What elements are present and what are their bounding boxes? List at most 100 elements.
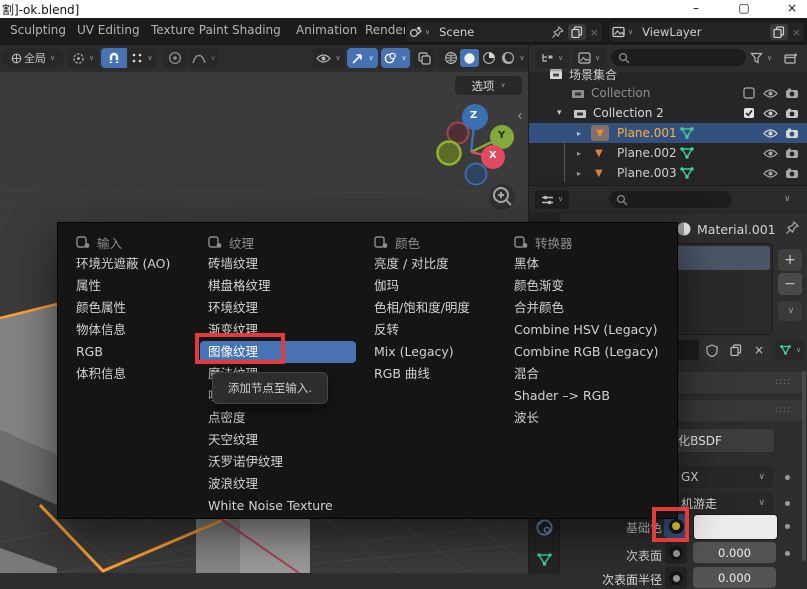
disable-render-camera-icon[interactable] xyxy=(785,148,799,159)
shading-rendered-icon[interactable] xyxy=(498,51,517,65)
shading-solid-icon[interactable] xyxy=(460,49,479,67)
subsurface-value-field[interactable]: 0.000 xyxy=(693,542,776,563)
transform-orientation-dropdown[interactable]: 全局 ∨ xyxy=(2,48,64,68)
menu-item[interactable]: 沃罗诺伊纹理 xyxy=(200,451,356,473)
object-plane001-label[interactable]: Plane.001 xyxy=(617,126,677,140)
menu-item[interactable]: 砖墙纹理 xyxy=(200,253,356,275)
animate-dot[interactable] xyxy=(785,475,790,480)
workspace-tab-uv-editing[interactable]: UV Editing xyxy=(77,23,140,37)
snap-with-dropdown[interactable]: ∨ xyxy=(128,48,156,68)
scene-name[interactable]: Scene xyxy=(433,25,548,39)
hide-eye-icon[interactable] xyxy=(763,148,778,159)
menu-item[interactable]: 棋盘格纹理 xyxy=(200,275,356,297)
disclosure-closed-icon[interactable]: ▸ xyxy=(577,129,581,138)
viewlayer-selector[interactable]: ∨ ViewLayer × xyxy=(608,21,805,43)
viewport-zoom-widget[interactable] xyxy=(488,183,516,211)
remove-slot-button[interactable]: − xyxy=(778,273,802,295)
collection-checkbox-unchecked[interactable] xyxy=(743,87,755,99)
menu-item[interactable]: Mix (Legacy) xyxy=(366,341,508,363)
show-gizmo-dropdown[interactable]: ∨ xyxy=(313,48,344,68)
proportional-falloff-dropdown[interactable]: ∨ xyxy=(189,48,219,68)
scene-collection-label[interactable]: 场景集合 xyxy=(569,66,617,83)
shading-wireframe-icon[interactable] xyxy=(441,51,460,65)
animate-dot[interactable] xyxy=(785,551,790,556)
disclosure-open-icon[interactable]: ▾ xyxy=(557,108,562,118)
shading-material-icon[interactable] xyxy=(479,51,498,65)
tab-object-data-icon[interactable] xyxy=(536,552,553,567)
hide-eye-icon[interactable] xyxy=(763,88,778,99)
pivot-point-dropdown[interactable]: ∨ xyxy=(68,48,98,68)
scene-icon[interactable]: ∨ xyxy=(406,22,433,42)
disable-render-camera-icon[interactable] xyxy=(785,168,799,179)
remove-viewlayer-icon[interactable]: × xyxy=(789,26,804,39)
viewport-options-dropdown[interactable]: 选项 ∨ xyxy=(455,76,522,95)
overlays-toggle-dropdown[interactable]: ∨ xyxy=(381,48,410,68)
subsurface-radius-socket-button[interactable] xyxy=(665,567,687,589)
maximize-button[interactable]: ▢ xyxy=(736,0,752,16)
outliner-row-collection[interactable]: Collection xyxy=(529,83,807,103)
menu-item[interactable]: White Noise Texture xyxy=(200,495,356,517)
menu-item[interactable]: Shader –> RGB xyxy=(506,385,668,407)
menu-item[interactable]: 亮度 / 对比度 xyxy=(366,253,508,275)
subsurface-radius-field[interactable]: 0.000 xyxy=(693,567,776,588)
close-button[interactable]: × xyxy=(784,0,800,16)
disable-render-camera-icon[interactable] xyxy=(785,108,799,119)
copy-material-button[interactable] xyxy=(724,340,747,360)
menu-item[interactable]: 黑体 xyxy=(506,253,668,275)
gizmo-y-label[interactable]: Y xyxy=(498,130,505,141)
fake-user-shield-button[interactable] xyxy=(700,340,723,360)
gizmo-x-label[interactable]: X xyxy=(489,150,497,161)
hide-eye-icon[interactable] xyxy=(763,108,778,119)
menu-item[interactable]: 点密度 xyxy=(200,407,356,429)
menu-item[interactable]: Combine HSV (Legacy) xyxy=(506,319,668,341)
scene-selector[interactable]: ∨ Scene × xyxy=(405,21,603,43)
snap-toggle[interactable] xyxy=(101,48,127,68)
outliner-row-plane001-selected[interactable]: ▸ ▼ Plane.001 xyxy=(529,123,807,143)
menu-item[interactable]: 物体信息 xyxy=(68,319,203,341)
new-viewlayer-copy-icon[interactable] xyxy=(770,24,788,40)
menu-item[interactable]: 天空纹理 xyxy=(200,429,356,451)
minimize-button[interactable]: – xyxy=(688,0,704,16)
collection2-checkbox-checked[interactable] xyxy=(743,107,755,119)
object-plane003-label[interactable]: Plane.003 xyxy=(617,166,677,180)
animate-dot[interactable] xyxy=(785,524,790,529)
properties-search-input[interactable] xyxy=(609,191,732,208)
pin-icon[interactable] xyxy=(548,22,567,42)
disable-render-camera-icon[interactable] xyxy=(785,88,799,99)
slot-specials-dropdown[interactable]: ∨ xyxy=(778,301,802,321)
breadcrumb-material-name[interactable]: Material.001 xyxy=(697,222,776,237)
hide-eye-icon[interactable] xyxy=(763,168,778,179)
disable-render-camera-icon[interactable] xyxy=(785,128,799,139)
menu-item[interactable]: 环境光遮蔽 (AO) xyxy=(68,253,203,275)
proportional-editing-toggle[interactable] xyxy=(163,48,187,68)
properties-editor-type-dropdown[interactable]: ∨ xyxy=(535,190,569,209)
unlink-material-button[interactable]: × xyxy=(748,340,770,360)
pin-icon[interactable] xyxy=(785,221,799,235)
xray-toggle[interactable] xyxy=(413,48,435,68)
hide-eye-icon[interactable] xyxy=(763,128,778,139)
workspace-tab-animation[interactable]: Animation xyxy=(296,23,357,37)
object-plane002-label[interactable]: Plane.002 xyxy=(617,146,677,160)
menu-item[interactable]: 颜色属性 xyxy=(68,297,203,319)
properties-options-chevron-icon[interactable]: ∨ xyxy=(784,195,791,204)
menu-item[interactable]: 伽玛 xyxy=(366,275,508,297)
menu-item[interactable]: Combine RGB (Legacy) xyxy=(506,341,668,363)
menu-item[interactable]: 波浪纹理 xyxy=(200,473,356,495)
collection-label[interactable]: Collection xyxy=(591,86,650,100)
menu-item[interactable]: 体积信息 xyxy=(68,363,203,385)
menu-item[interactable]: 色相/饱和度/明度 xyxy=(366,297,508,319)
subsurface-socket-button[interactable] xyxy=(665,542,687,564)
tab-material-icon[interactable] xyxy=(535,518,554,537)
viewlayer-icon[interactable]: ∨ xyxy=(609,22,636,42)
shading-dropdown-icon[interactable]: ∨ xyxy=(519,55,524,62)
menu-item[interactable]: 波长 xyxy=(506,407,668,429)
menu-item[interactable]: 混合 xyxy=(506,363,668,385)
unlink-scene-icon[interactable]: × xyxy=(587,26,602,39)
workspace-tab-texture-paint[interactable]: Texture Paint xyxy=(151,23,228,37)
panel-grip-icon[interactable]: :::: xyxy=(775,377,791,387)
panel-grip-icon[interactable]: :::: xyxy=(775,405,791,415)
gizmos-toggle-dropdown[interactable]: ∨ xyxy=(347,48,378,68)
menu-item[interactable]: RGB xyxy=(68,341,203,363)
workspace-tab-sculpting[interactable]: Sculpting xyxy=(10,23,66,37)
viewlayer-name[interactable]: ViewLayer xyxy=(636,25,769,39)
